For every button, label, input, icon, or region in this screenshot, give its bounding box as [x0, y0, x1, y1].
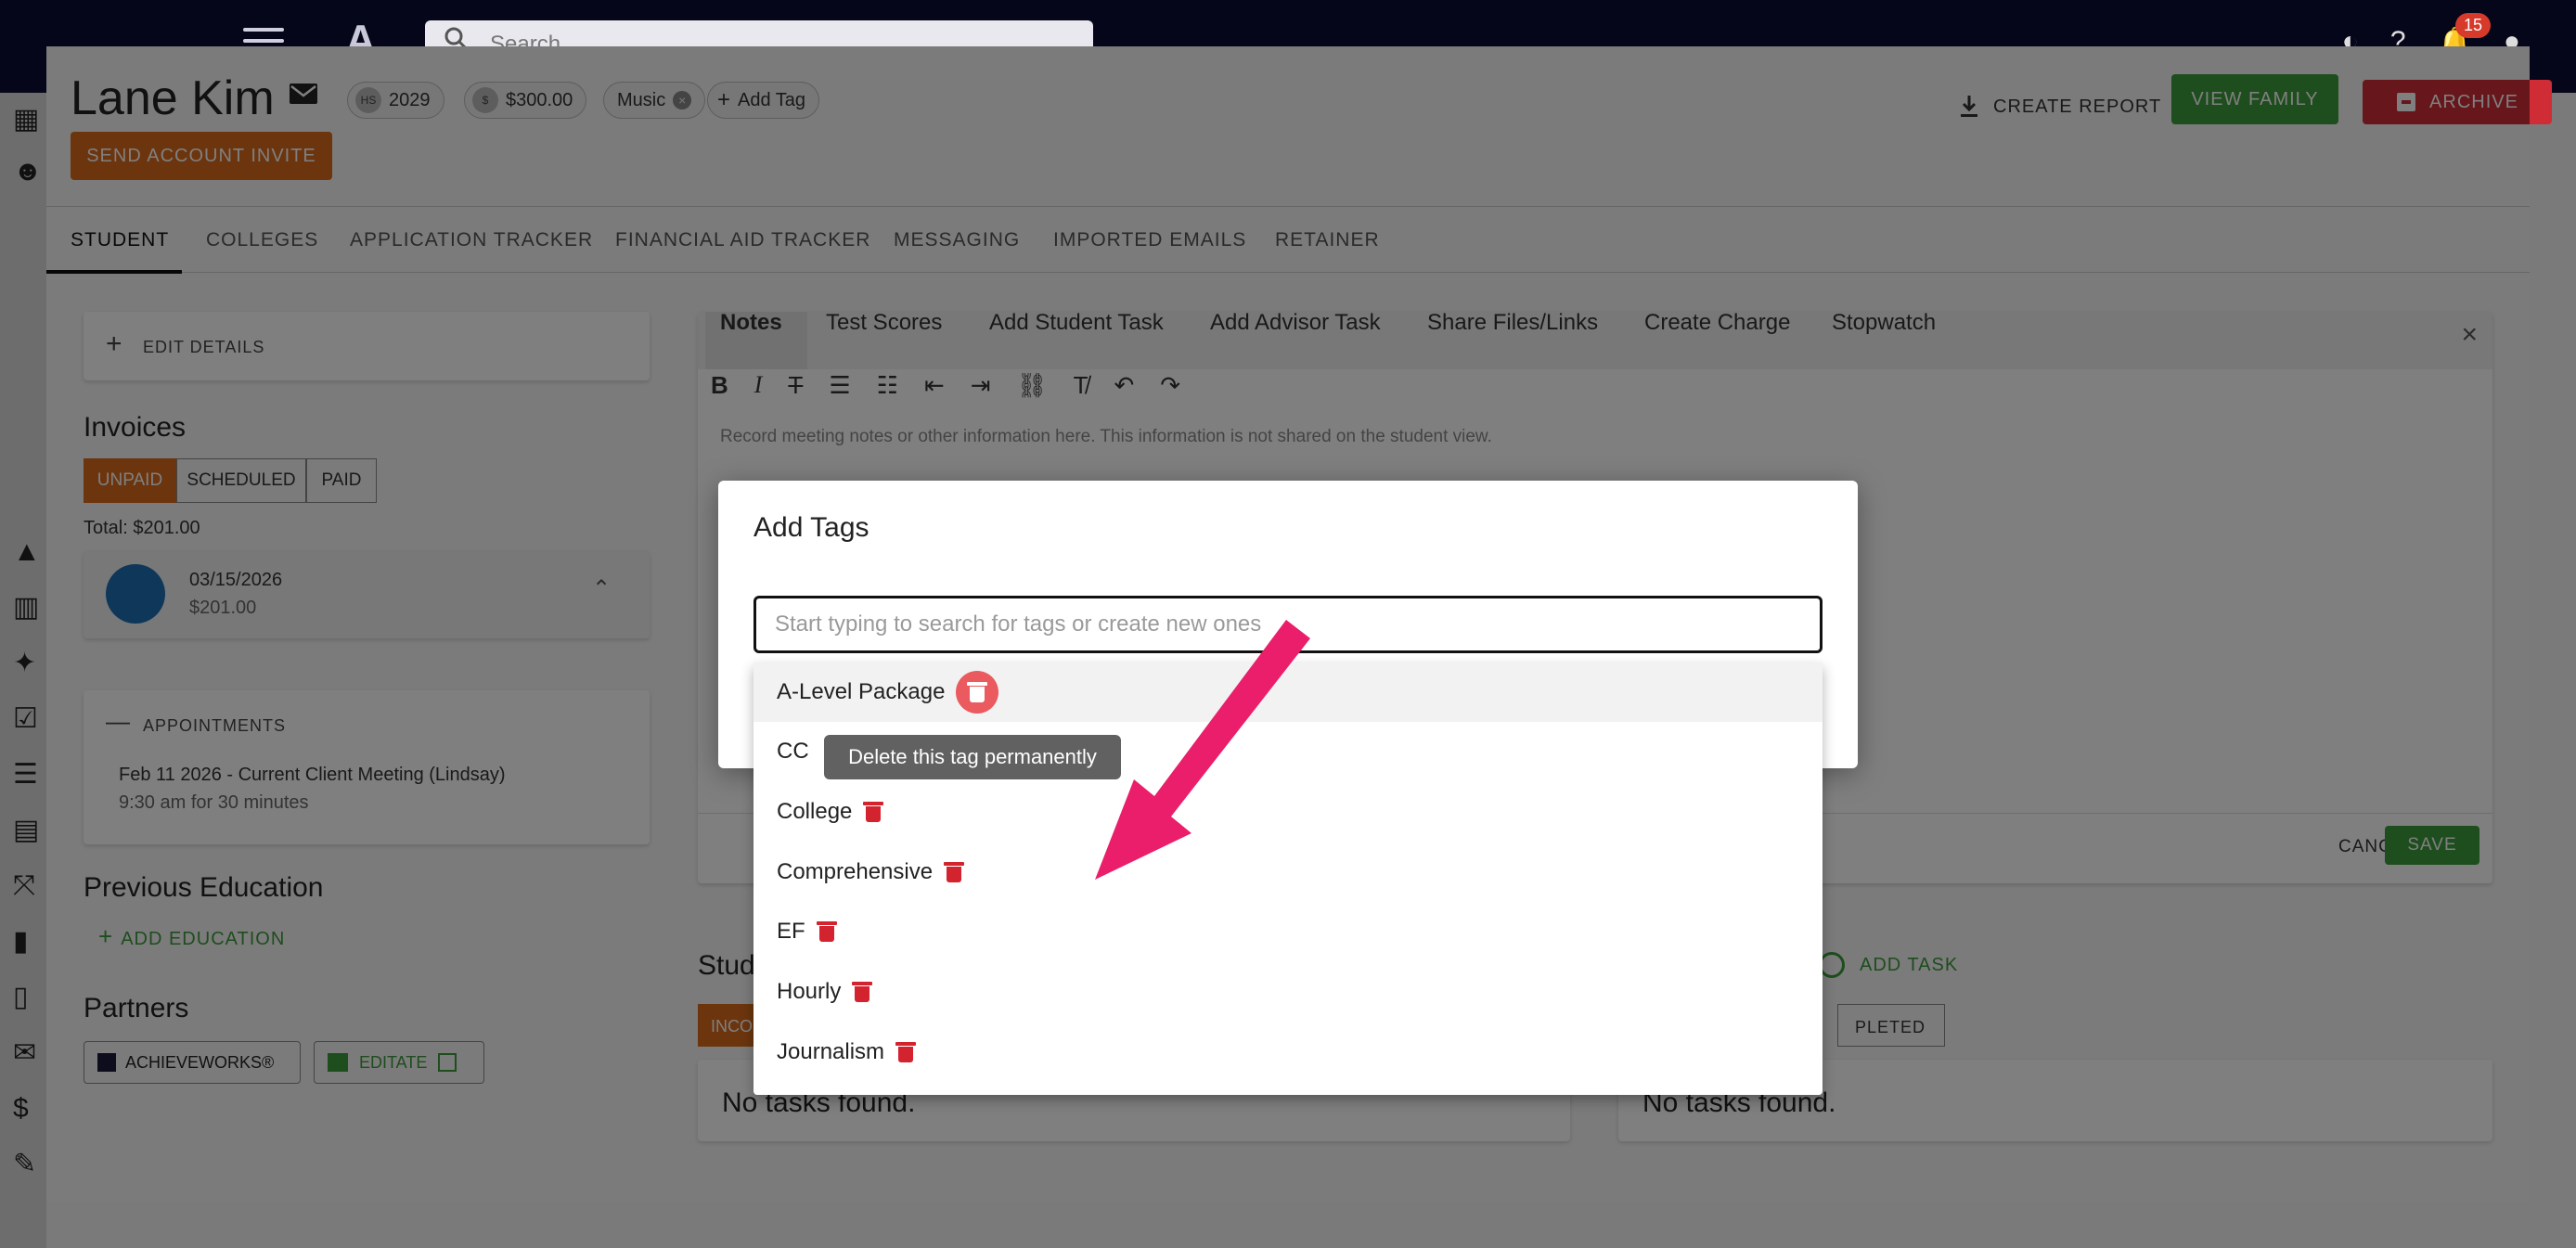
library-icon[interactable]: ▥: [13, 594, 41, 622]
inbox-icon[interactable]: ▤: [13, 817, 41, 844]
checklist-icon[interactable]: ☑: [13, 705, 41, 733]
delete-tag-tooltip: Delete this tag permanently: [824, 735, 1121, 779]
delete-tag-button[interactable]: [956, 671, 999, 714]
dollar-icon[interactable]: $: [13, 1095, 41, 1123]
tag-option[interactable]: College: [753, 782, 1823, 842]
trash-icon[interactable]: [895, 1042, 917, 1062]
dashboard-icon[interactable]: ▦: [13, 106, 41, 134]
tag-option[interactable]: A-Level Package: [753, 663, 1823, 722]
notification-badge: 15: [2455, 13, 2492, 38]
tag-option[interactable]: Hourly: [753, 962, 1823, 1022]
trash-icon[interactable]: [852, 982, 873, 1002]
tag-option[interactable]: Comprehensive: [753, 843, 1823, 902]
feedback-icon[interactable]: ✎: [13, 1151, 41, 1178]
paw-icon[interactable]: ✦: [13, 650, 41, 677]
people-icon[interactable]: ☻: [13, 158, 43, 186]
tag-option-label: EF: [777, 919, 805, 944]
tag-option[interactable]: Journalism: [753, 1023, 1823, 1082]
left-sidebar: ▦ ☻ ▲ ▥ ✦ ☑ ☰ ▤ ⤧ ▮ ▯ ✉ $ ✎: [0, 93, 46, 1248]
tag-option-label: CC: [777, 739, 809, 764]
school-icon[interactable]: ▲: [13, 538, 41, 566]
list-icon[interactable]: ☰: [13, 761, 41, 789]
tag-option-label: A-Level Package: [777, 679, 946, 704]
tag-option-label: Hourly: [777, 979, 842, 1004]
document-icon[interactable]: ▯: [13, 984, 41, 1011]
trash-icon: [967, 682, 988, 702]
tag-options-dropdown: A-Level Package CC College Comprehensive…: [753, 663, 1823, 1095]
trash-icon[interactable]: [816, 921, 837, 942]
dialog-title: Add Tags: [753, 512, 869, 543]
tag-option-label: Comprehensive: [777, 859, 934, 884]
tag-search-input[interactable]: [753, 596, 1823, 653]
tag-option[interactable]: EF: [753, 902, 1823, 961]
mail-icon[interactable]: ✉: [13, 1039, 41, 1067]
trash-icon[interactable]: [944, 862, 965, 882]
tag-option-label: Journalism: [777, 1039, 885, 1064]
merge-icon[interactable]: ⤧: [13, 872, 41, 900]
tag-option-label: College: [777, 799, 853, 824]
trash-icon[interactable]: [863, 802, 884, 822]
book-icon[interactable]: ▮: [13, 928, 41, 956]
